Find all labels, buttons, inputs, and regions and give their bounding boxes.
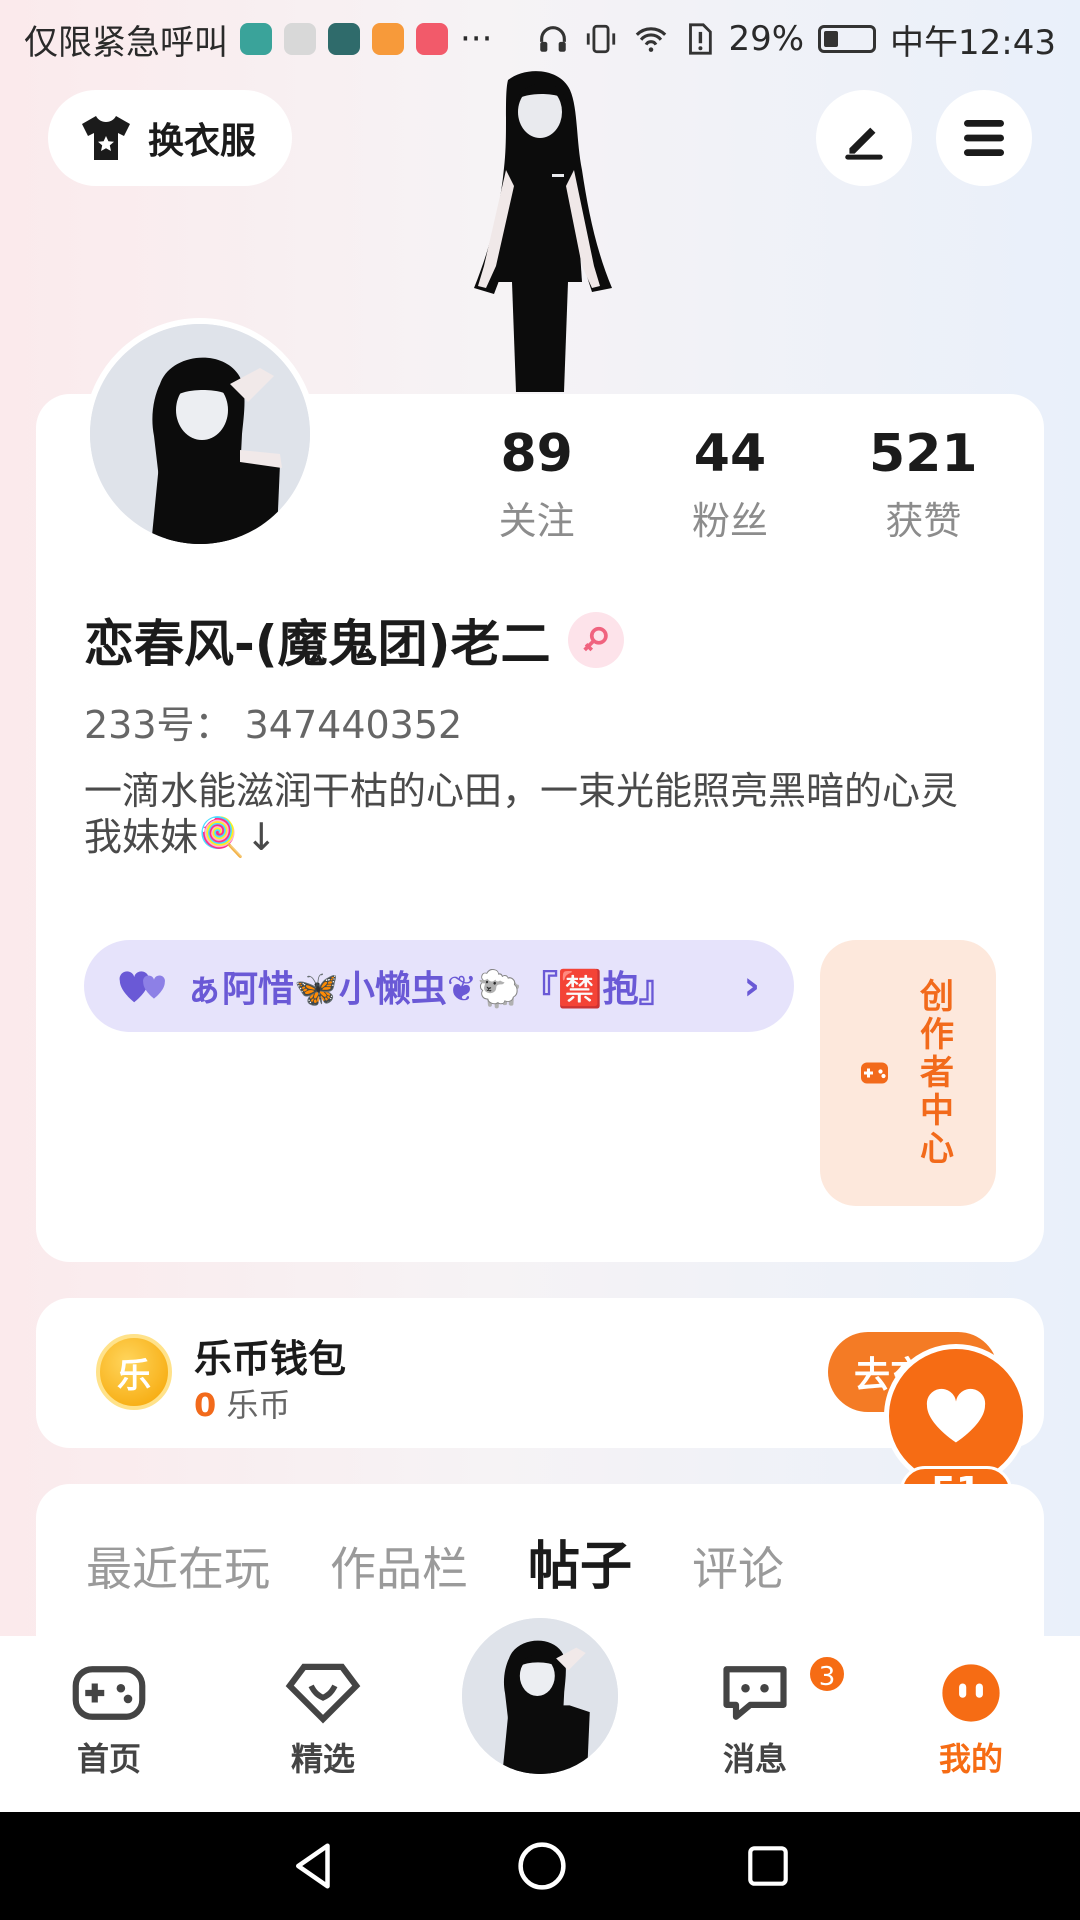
double-heart-icon <box>119 971 165 1003</box>
nav-featured-label: 精选 <box>290 1740 355 1778</box>
likes-count: 521 <box>869 424 978 484</box>
user-avatar[interactable] <box>84 318 316 550</box>
card-app-icon <box>416 23 448 55</box>
followers-count: 44 <box>693 424 767 484</box>
play-app-icon <box>372 23 404 55</box>
battery-icon <box>818 25 877 53</box>
wallet-balance: 0 乐币 <box>194 1380 290 1426</box>
wallet-title: 乐币钱包 <box>194 1337 347 1381</box>
system-nav-bar <box>0 1812 1080 1920</box>
tab-comments[interactable]: 评论 <box>692 1533 784 1599</box>
huawei-app-icon <box>328 23 360 55</box>
nav-me[interactable]: 我的 <box>896 1662 1046 1780</box>
bio-line-1: 一滴水能滋润干枯的心田，一束光能照亮黑暗的心灵 <box>84 769 959 813</box>
bond-text: ぁ阿惜🦋小懒虫❦🐑『🈲抱』 <box>186 969 675 1010</box>
tab-works[interactable]: 作品栏 <box>330 1533 468 1599</box>
a-app-icon <box>284 23 316 55</box>
nav-center-avatar[interactable] <box>456 1612 624 1780</box>
chat-bubble-icon <box>723 1666 787 1720</box>
likes-stat[interactable]: 521 获赞 <box>827 424 1020 545</box>
battery-percent: 29% <box>728 19 805 59</box>
menu-button[interactable] <box>936 90 1032 186</box>
nav-messages[interactable]: 3 消息 <box>680 1654 847 1780</box>
followers-stat[interactable]: 44 粉丝 <box>633 424 826 545</box>
edit-profile-button[interactable] <box>816 90 912 186</box>
bio-line-2: 我妹妹🍭↓ <box>84 815 278 859</box>
headphones-icon <box>540 26 567 52</box>
vibrate-icon <box>587 24 616 54</box>
tshirt-icon <box>82 116 130 160</box>
username: 恋春风-(魔鬼团)老二 <box>84 615 551 673</box>
tab-posts[interactable]: 帖子 <box>528 1524 632 1629</box>
avatar-figure-image[interactable] <box>420 70 660 395</box>
stats-row: 89 关注 44 粉丝 521 获赞 <box>440 424 1020 545</box>
hamburger-icon <box>964 120 1004 156</box>
nav-me-label: 我的 <box>938 1740 1003 1778</box>
change-outfit-label: 换衣服 <box>148 121 257 162</box>
username-row: 恋春风-(魔鬼团)老二 <box>84 604 625 676</box>
wifi-icon <box>636 27 667 52</box>
face-icon <box>942 1664 1000 1722</box>
nav-home-label: 首页 <box>76 1740 141 1778</box>
recents-square-icon[interactable] <box>743 1841 793 1891</box>
following-label: 关注 <box>498 499 575 543</box>
likes-label: 获赞 <box>885 499 962 543</box>
messages-badge: 3 <box>807 1654 847 1694</box>
wallet-unit: 乐币 <box>226 1386 291 1424</box>
user-id: 233号： 347440352 <box>84 703 463 747</box>
followers-label: 粉丝 <box>691 499 768 543</box>
nav-featured[interactable]: 精选 <box>248 1662 398 1780</box>
tab-recently-played[interactable]: 最近在玩 <box>86 1533 270 1599</box>
gamepad-plus-icon <box>860 1062 888 1084</box>
heart-diamond-icon <box>285 1663 361 1724</box>
home-circle-icon[interactable] <box>515 1839 569 1893</box>
carrier-text: 仅限紧急呼叫 <box>24 22 228 63</box>
bio: 一滴水能滋润干枯的心田，一束光能照亮黑暗的心灵 我妹妹🍭↓ <box>84 768 1004 860</box>
heart-icon <box>926 1388 986 1443</box>
avatar-thumb-image <box>462 1618 618 1774</box>
back-icon[interactable] <box>287 1839 341 1893</box>
nav-home[interactable]: 首页 <box>34 1662 184 1780</box>
status-bar: 仅限紧急呼叫 ··· 29% 中午12:43 <box>0 0 1080 78</box>
coin-icon: 乐 <box>96 1334 172 1410</box>
wallet-amount: 0 <box>194 1386 217 1424</box>
creator-center-label: 创作者中心 <box>913 978 954 1168</box>
chevron-right-icon: › <box>743 963 760 1009</box>
sim-alert-icon <box>689 23 713 55</box>
tab-bar: 最近在玩 作品栏 帖子 评论 <box>86 1524 784 1629</box>
gamepad-icon <box>72 1666 146 1720</box>
following-stat[interactable]: 89 关注 <box>440 424 633 545</box>
clock: 中午12:43 <box>890 22 1056 63</box>
female-icon <box>568 612 625 668</box>
creator-center-button[interactable]: 创作者中心 <box>820 940 996 1206</box>
pen-icon <box>845 127 883 160</box>
change-outfit-button[interactable]: 换衣服 <box>48 90 292 186</box>
following-count: 89 <box>500 424 573 484</box>
shield-app-icon <box>240 23 272 55</box>
more-notifications: ··· <box>460 19 493 59</box>
nav-messages-label: 消息 <box>722 1740 787 1778</box>
bond-relationship-pill[interactable]: ぁ阿惜🦋小懒虫❦🐑『🈲抱』 › <box>84 940 794 1032</box>
